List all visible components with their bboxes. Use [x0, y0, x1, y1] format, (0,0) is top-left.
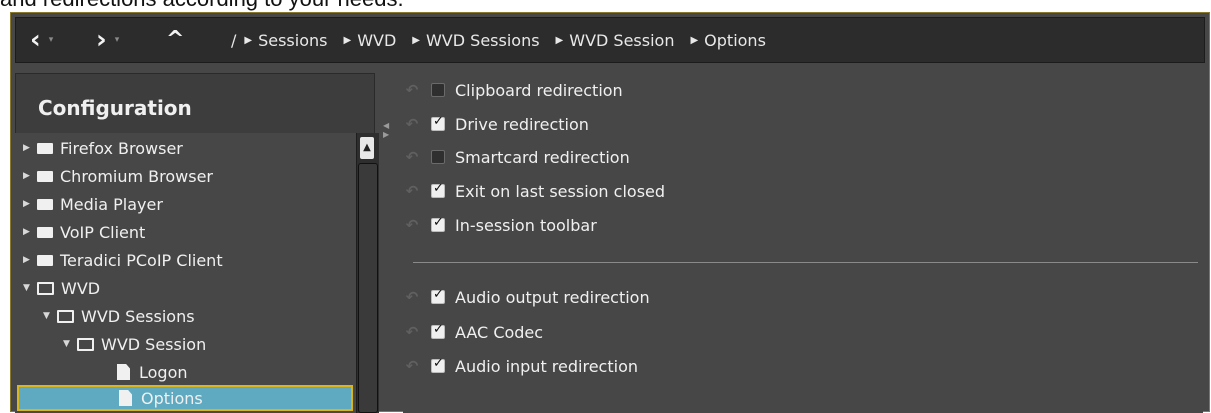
tree-scrollbar[interactable]: ▲ [356, 133, 379, 413]
triangle-right-icon: ▶ [244, 34, 253, 46]
file-icon [119, 390, 132, 406]
breadcrumb: / ▶ Sessions ▶ WVD ▶ WVD Sessions ▶ WVD Sess… [231, 18, 782, 62]
breadcrumb-root[interactable]: / [231, 31, 236, 50]
tree-item-logon[interactable]: Logon [117, 359, 188, 385]
folder-icon [37, 142, 53, 154]
tree-item-wvd[interactable]: ▼ WVD [23, 275, 100, 301]
navigation-bar: ‹ ▾ › ▾ ^ / ▶ Sessions ▶ WVD ▶ WVD Sessions… [15, 17, 1205, 63]
checkbox[interactable] [431, 150, 445, 164]
option-smartcard-redirection[interactable]: ↶ Smartcard redirection [403, 144, 630, 170]
forward-dropdown-icon[interactable]: ▾ [115, 35, 120, 45]
config-tree: ▶ Firefox Browser ▶ Chromium Browser ▶ M… [15, 133, 360, 413]
option-audio-input-redirection[interactable]: ↶ Audio input redirection [403, 353, 638, 379]
config-window: ‹ ▾ › ▾ ^ / ▶ Sessions ▶ WVD ▶ WVD Sessions… [10, 12, 1210, 413]
checkbox[interactable] [431, 114, 445, 131]
triangle-right-icon: ▶ [343, 34, 352, 46]
checkbox[interactable] [431, 356, 445, 373]
checkbox[interactable] [431, 83, 445, 97]
file-icon [117, 364, 130, 380]
tree-item-chromium-browser[interactable]: ▶ Chromium Browser [23, 163, 213, 189]
divider [413, 262, 1198, 263]
checkbox[interactable] [431, 215, 445, 232]
sidebar-title: Configuration [38, 96, 192, 120]
tree-item-wvd-sessions[interactable]: ▼ WVD Sessions [43, 303, 195, 329]
folder-icon [37, 254, 53, 266]
triangle-right-icon: ▶ [412, 34, 420, 46]
revert-icon[interactable]: ↶ [403, 115, 421, 133]
expand-arrow-icon[interactable]: ▶ [23, 171, 37, 181]
revert-icon[interactable]: ↶ [403, 81, 421, 99]
revert-icon[interactable]: ↶ [403, 182, 421, 200]
expand-arrow-icon[interactable]: ▶ [23, 199, 37, 209]
tree-item-teradici-pcoip-client[interactable]: ▶ Teradici PCoIP Client [23, 247, 223, 273]
revert-icon[interactable]: ↶ [403, 357, 421, 375]
revert-icon[interactable]: ↶ [403, 323, 421, 341]
tree-item-firefox-browser[interactable]: ▶ Firefox Browser [23, 135, 183, 161]
expand-arrow-icon[interactable]: ▶ [23, 143, 37, 153]
collapse-arrow-icon[interactable]: ▼ [43, 311, 57, 321]
tree-item-options[interactable]: Options [17, 385, 353, 411]
options-panel: ↶ Clipboard redirection ↶ Drive redirect… [403, 73, 1203, 413]
up-icon: ^ [166, 27, 185, 52]
tree-item-voip-client[interactable]: ▶ VoIP Client [23, 219, 145, 245]
option-in-session-toolbar[interactable]: ↶ In-session toolbar [403, 212, 597, 238]
splitter-handle-icon[interactable]: ◀ ▶ [383, 121, 389, 139]
folder-open-icon [77, 337, 94, 351]
option-drive-redirection[interactable]: ↶ Drive redirection [403, 111, 589, 137]
back-icon: ‹ [30, 25, 41, 55]
checkbox[interactable] [431, 181, 445, 198]
checkbox[interactable] [431, 287, 445, 304]
scroll-up-icon[interactable]: ▲ [360, 137, 374, 159]
folder-icon [37, 170, 53, 182]
document-text: and redirections according to your needs… [0, 0, 404, 12]
option-exit-on-last-session-closed[interactable]: ↶ Exit on last session closed [403, 178, 665, 204]
breadcrumb-item-wvd-sessions[interactable]: ▶ WVD Sessions [412, 31, 539, 50]
folder-open-icon [37, 281, 54, 295]
triangle-right-icon: ▶ [555, 34, 564, 46]
option-audio-output-redirection[interactable]: ↶ Audio output redirection [403, 284, 650, 310]
tree-item-media-player[interactable]: ▶ Media Player [23, 191, 163, 217]
collapse-arrow-icon[interactable]: ▼ [23, 283, 37, 293]
tree-item-wvd-session[interactable]: ▼ WVD Session [63, 331, 206, 357]
revert-icon[interactable]: ↶ [403, 288, 421, 306]
breadcrumb-item-options[interactable]: ▶ Options [690, 31, 765, 50]
triangle-right-icon: ▶ [690, 34, 699, 46]
breadcrumb-item-sessions[interactable]: ▶ Sessions [244, 31, 327, 50]
forward-button[interactable]: › ▾ [96, 26, 119, 54]
breadcrumb-item-wvd-session[interactable]: ▶ WVD Session [556, 31, 675, 50]
option-clipboard-redirection[interactable]: ↶ Clipboard redirection [403, 77, 623, 103]
breadcrumb-item-wvd[interactable]: ▶ WVD [343, 31, 396, 50]
back-button[interactable]: ‹ ▾ [30, 26, 53, 54]
up-button[interactable]: ^ [166, 26, 184, 54]
scrollbar-thumb[interactable] [358, 163, 378, 413]
folder-icon [37, 198, 53, 210]
folder-icon [37, 226, 53, 238]
checkbox[interactable] [431, 322, 445, 339]
expand-arrow-icon[interactable]: ▶ [23, 227, 37, 237]
forward-icon: › [96, 25, 107, 55]
folder-open-icon [57, 309, 74, 323]
sidebar-header: Configuration [15, 73, 375, 141]
option-aac-codec[interactable]: ↶ AAC Codec [403, 319, 543, 345]
expand-arrow-icon[interactable]: ▶ [23, 255, 37, 265]
revert-icon[interactable]: ↶ [403, 148, 421, 166]
revert-icon[interactable]: ↶ [403, 216, 421, 234]
collapse-arrow-icon[interactable]: ▼ [63, 339, 77, 349]
back-dropdown-icon[interactable]: ▾ [49, 35, 54, 45]
